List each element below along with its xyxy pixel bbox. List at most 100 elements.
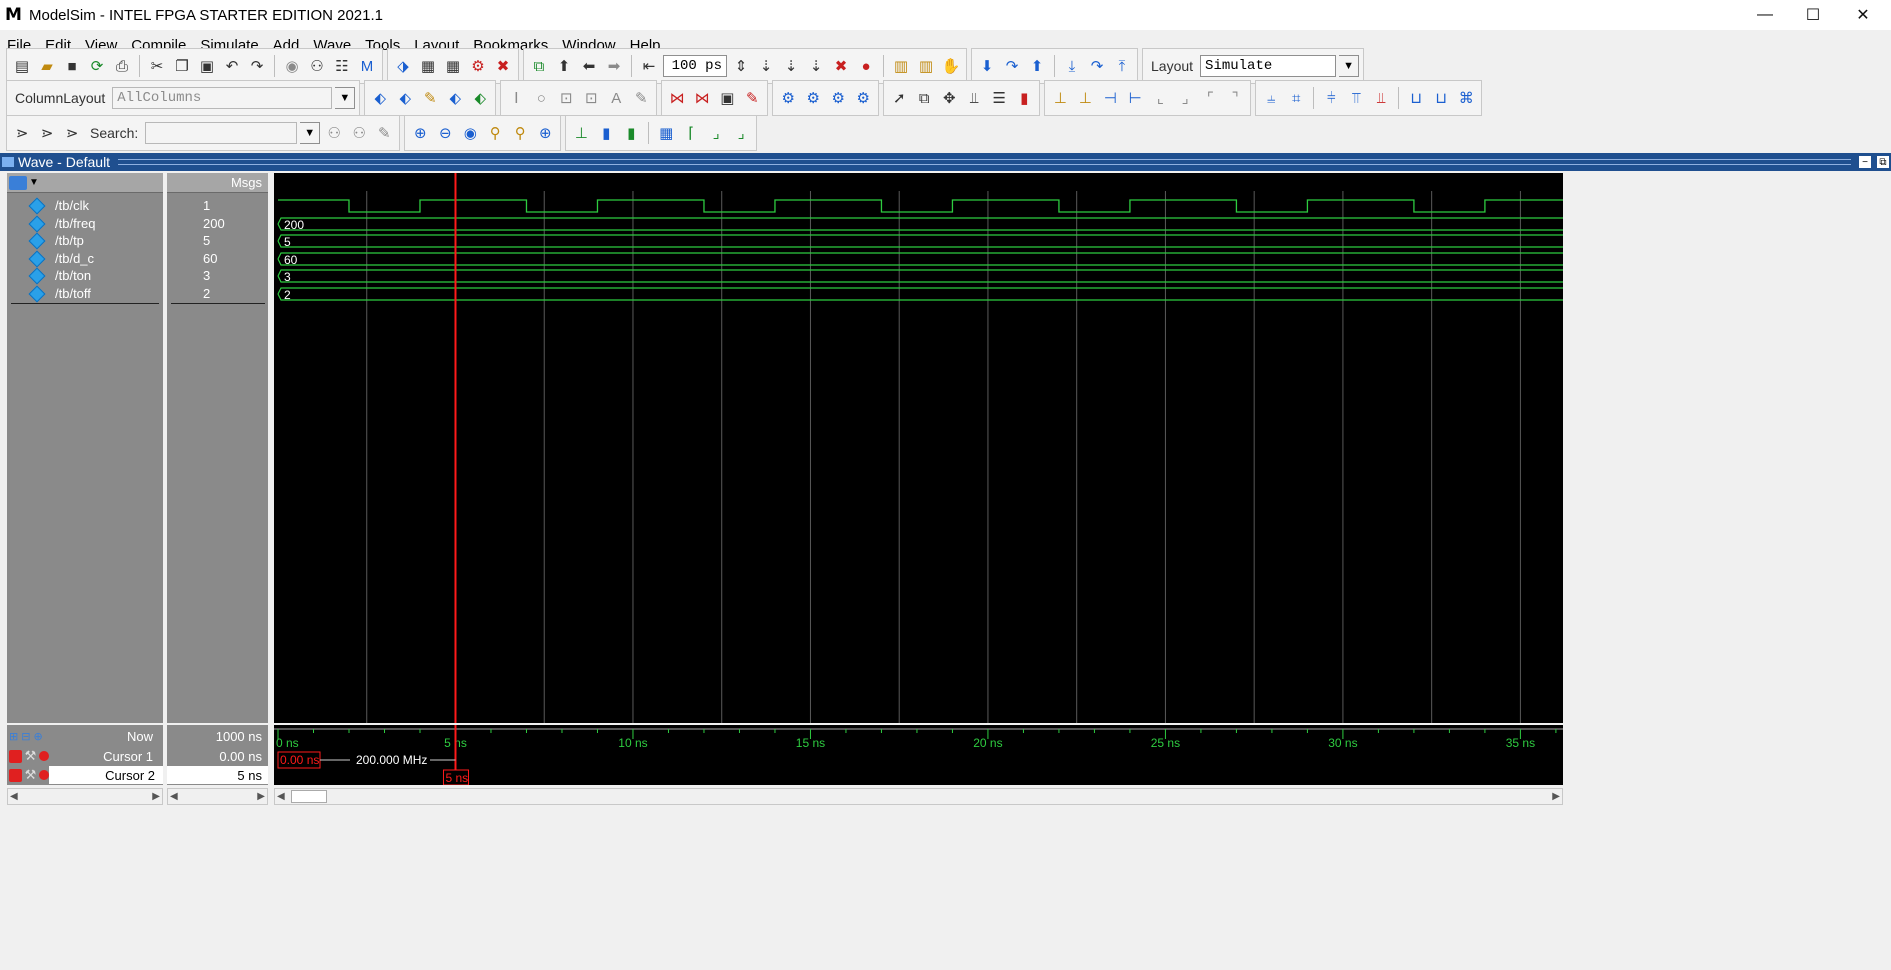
step-out-icon[interactable]: ⬆ (1026, 55, 1048, 77)
simulate-icon[interactable]: ⚙ (467, 55, 489, 77)
add-signal-icon[interactable]: ⬖ (469, 87, 491, 109)
format-1-icon[interactable]: ⫨ (1260, 87, 1282, 109)
close-button[interactable]: ✕ (1840, 0, 1886, 30)
internal-icon[interactable]: ⊡ (580, 87, 602, 109)
signal-icon[interactable]: ▮ (1013, 87, 1035, 109)
signal-row-freq[interactable]: /tb/freq (7, 215, 95, 232)
i-icon[interactable]: Ⅰ (505, 87, 527, 109)
gear-1-icon[interactable]: ⚙ (777, 87, 799, 109)
layout-dropdown-icon[interactable]: ▼ (1339, 55, 1360, 77)
insert-divider-icon[interactable]: ⬖ (369, 87, 391, 109)
zoom-out-icon[interactable]: ⊖ (434, 122, 456, 144)
format-4-icon[interactable]: ⫪ (1345, 87, 1367, 109)
run-length-field[interactable]: 100 ps (663, 55, 727, 77)
compile-out-of-date-icon[interactable]: ▦ (442, 55, 464, 77)
compare-icon[interactable]: ▣ (716, 87, 738, 109)
wave-style-4-icon[interactable]: ▦ (655, 122, 677, 144)
zoom-mode-icon[interactable]: ⧉ (913, 87, 935, 109)
signal-row-tp[interactable]: /tb/tp (7, 232, 84, 249)
signal-row-clk[interactable]: /tb/clk (7, 197, 89, 214)
select-pointer-icon[interactable]: ➚ (888, 87, 910, 109)
cursor-toolbar-icons[interactable]: ⊞ ⊟ ⊕ (9, 727, 43, 745)
expand-time-icon[interactable]: ⋈ (666, 87, 688, 109)
scroll-thumb[interactable] (291, 790, 327, 803)
minimize-button[interactable]: — (1742, 0, 1788, 30)
format-3-icon[interactable]: ⫩ (1320, 87, 1342, 109)
format-8-icon[interactable]: ⌘ (1455, 87, 1477, 109)
zoom-range-icon[interactable]: ⚲ (509, 122, 531, 144)
find-options-icon[interactable]: ⋗ (61, 122, 83, 144)
step-into-icon[interactable]: ⤓ (1061, 55, 1083, 77)
values-hscrollbar[interactable]: ◀ ▶ (167, 788, 268, 805)
signal-row-ton[interactable]: /tb/ton (7, 267, 91, 284)
wave-style-1-icon[interactable]: ⊥ (570, 122, 592, 144)
remove-cursor-icon[interactable] (39, 770, 49, 780)
paste-icon[interactable]: ▣ (196, 55, 218, 77)
modelsim-icon[interactable]: M (356, 55, 378, 77)
step-over-2-icon[interactable]: ↷ (1086, 55, 1108, 77)
copy-icon[interactable]: ❐ (171, 55, 193, 77)
zoom-in-icon[interactable]: ⊕ (409, 122, 431, 144)
structure-icon[interactable]: ☷ (331, 55, 353, 77)
hand-icon[interactable]: ✋ (940, 55, 962, 77)
names-hscrollbar[interactable]: ◀ ▶ (7, 788, 163, 805)
find-prev-icon[interactable]: ⋗ (11, 122, 33, 144)
scroll-left-icon[interactable]: ◀ (10, 791, 18, 802)
run-length-spinner-icon[interactable]: ⇕ (730, 55, 752, 77)
wave-style-7-icon[interactable]: ⌟ (730, 122, 752, 144)
compile-icon[interactable]: ⬗ (392, 55, 414, 77)
run-icon[interactable]: ⇣ (755, 55, 777, 77)
column-layout-dropdown-icon[interactable]: ▼ (335, 87, 356, 109)
help-circle-icon[interactable]: ◉ (281, 55, 303, 77)
timeline-canvas[interactable]: 0 ns 5 ns 10 ns 15 ns 20 ns 25 ns 30 ns 35 ns 0.… (274, 725, 1563, 786)
redo-icon[interactable]: ↷ (246, 55, 268, 77)
find-next-icon[interactable]: ⋗ (36, 122, 58, 144)
wave-style-3-icon[interactable]: ▮ (620, 122, 642, 144)
scroll-left-icon[interactable]: ◀ (277, 791, 285, 802)
next-rising-icon[interactable]: ⌝ (1224, 87, 1246, 109)
cut-icon[interactable]: ✂ (146, 55, 168, 77)
column-layout-select[interactable]: AllColumns (112, 87, 333, 109)
prev-edge-icon[interactable]: ⊣ (1099, 87, 1121, 109)
compile-all-icon[interactable]: ▦ (417, 55, 439, 77)
wave-style-2-icon[interactable]: ▮ (595, 122, 617, 144)
add-group-icon[interactable]: ⬖ (394, 87, 416, 109)
timeline-pane[interactable]: 0 ns 5 ns 10 ns 15 ns 20 ns 25 ns 30 ns 35 ns 0.… (274, 725, 1563, 786)
o-icon[interactable]: ○ (530, 87, 552, 109)
scroll-right-icon[interactable]: ▶ (1552, 791, 1560, 802)
scroll-left-icon[interactable]: ◀ (170, 791, 178, 802)
break-run-icon[interactable]: ✖ (830, 55, 852, 77)
wave-style-5-icon[interactable]: ⌈ (680, 122, 702, 144)
header-grip[interactable] (118, 159, 1851, 165)
zoom-area-icon[interactable]: ⊕ (534, 122, 556, 144)
next-falling-icon[interactable]: ⌟ (1174, 87, 1196, 109)
search-dropdown-icon[interactable]: ▼ (300, 122, 321, 144)
reload-icon[interactable]: ⟳ (86, 55, 108, 77)
open-folder-icon[interactable]: ▰ (36, 55, 58, 77)
delete-cursor-icon[interactable]: ⊥ (1074, 87, 1096, 109)
wrench-icon[interactable]: ⚒ (25, 748, 37, 764)
collapse-time-icon[interactable]: ⋈ (691, 87, 713, 109)
wave-style-6-icon[interactable]: ⌟ (705, 122, 727, 144)
wave-hscrollbar[interactable]: ◀ ▶ (274, 788, 1563, 805)
lock-icon[interactable] (9, 768, 22, 782)
undo-icon[interactable]: ↶ (221, 55, 243, 77)
scroll-right-icon[interactable]: ▶ (152, 791, 160, 802)
filter-icon[interactable]: ✎ (630, 87, 652, 109)
continue-icon[interactable]: ⇣ (780, 55, 802, 77)
run-all-icon[interactable]: ⇣ (805, 55, 827, 77)
wrench-icon[interactable]: ⚒ (25, 767, 37, 783)
tree-dropdown-icon[interactable]: ▼ (29, 177, 39, 188)
prev-rising-icon[interactable]: ⌜ (1199, 87, 1221, 109)
waveform-canvas[interactable]: 200 5 60 3 2 (274, 173, 1563, 723)
waveform-pane[interactable]: 200 5 60 3 2 (274, 173, 1563, 723)
gear-2-icon[interactable]: ⚙ (802, 87, 824, 109)
format-6-icon[interactable]: ⊔ (1405, 87, 1427, 109)
forward-arrow-icon[interactable]: ➡ (603, 55, 625, 77)
environment-icon[interactable]: ⧉ (528, 55, 550, 77)
add-wave-icon[interactable]: ⬖ (444, 87, 466, 109)
prev-falling-icon[interactable]: ⌞ (1149, 87, 1171, 109)
signal-row-toff[interactable]: /tb/toff (7, 285, 91, 302)
step-over-icon[interactable]: ↷ (1001, 55, 1023, 77)
format-2-icon[interactable]: ⌗ (1285, 87, 1307, 109)
